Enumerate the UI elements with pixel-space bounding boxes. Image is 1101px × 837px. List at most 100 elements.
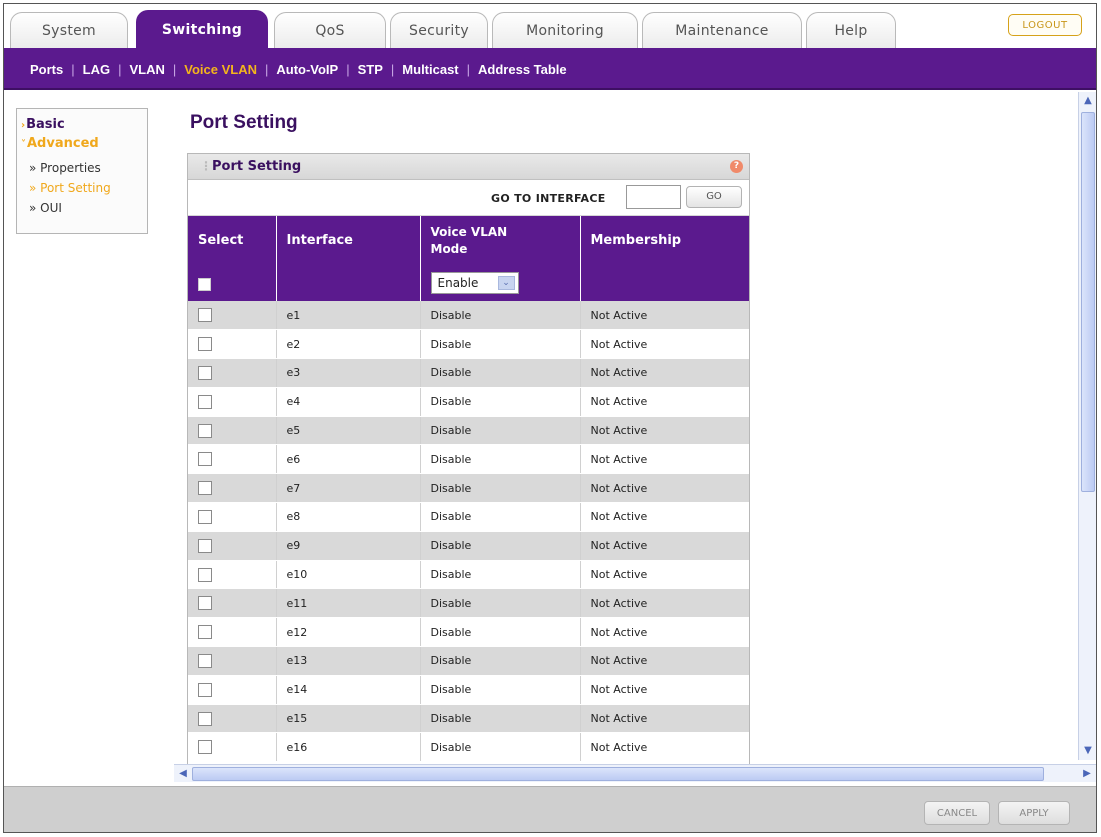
mode-cell: Disable xyxy=(420,617,581,648)
goto-interface-input[interactable] xyxy=(626,185,681,209)
left-sidebar: ›Basic ˅Advanced » Properties » Port Set… xyxy=(16,108,148,234)
bulk-interface-cell xyxy=(276,265,421,301)
row-checkbox[interactable] xyxy=(198,481,212,496)
membership-cell: Not Active xyxy=(580,329,749,360)
row-select-cell xyxy=(188,387,277,417)
col-header-interface: Interface xyxy=(276,216,421,265)
mode-cell: Disable xyxy=(420,502,581,532)
row-select-cell xyxy=(188,531,277,561)
logout-button[interactable]: LOGOUT xyxy=(1008,14,1082,36)
tab-security[interactable]: Security xyxy=(390,12,488,48)
horizontal-scroll-thumb[interactable] xyxy=(192,767,1044,781)
sidebar-item-properties[interactable]: » Properties xyxy=(29,161,101,175)
table-row: e10 Disable Not Active xyxy=(188,560,749,590)
row-select-cell xyxy=(188,617,277,648)
row-checkbox[interactable] xyxy=(198,365,212,380)
chevron-down-icon: ⌄ xyxy=(497,276,515,290)
help-icon[interactable]: ? xyxy=(730,160,743,173)
vertical-scrollbar[interactable]: ▲ ▼ xyxy=(1078,92,1096,760)
sidebar-basic[interactable]: ›Basic xyxy=(21,117,65,132)
mode-cell: Disable xyxy=(420,531,581,561)
sub-nav-items: Ports | LAG | VLAN | Voice VLAN | Auto-V… xyxy=(22,62,575,77)
tab-monitoring[interactable]: Monitoring xyxy=(492,12,638,48)
membership-cell: Not Active xyxy=(580,444,749,475)
row-checkbox[interactable] xyxy=(198,740,212,755)
row-checkbox[interactable] xyxy=(198,567,212,582)
membership-cell: Not Active xyxy=(580,560,749,590)
row-checkbox[interactable] xyxy=(198,308,212,323)
bulk-edit-row: Enable ⌄ xyxy=(188,265,749,301)
tab-help[interactable]: Help xyxy=(806,12,896,48)
scroll-down-arrow-icon[interactable]: ▼ xyxy=(1081,744,1095,758)
membership-cell: Not Active xyxy=(580,301,749,331)
tab-qos[interactable]: QoS xyxy=(274,12,386,48)
tab-maintenance[interactable]: Maintenance xyxy=(642,12,802,48)
row-checkbox[interactable] xyxy=(198,682,212,697)
row-select-cell xyxy=(188,358,277,388)
select-all-checkbox[interactable] xyxy=(198,277,211,291)
membership-cell: Not Active xyxy=(580,502,749,532)
table-row: e3 Disable Not Active xyxy=(188,358,749,388)
row-checkbox[interactable] xyxy=(198,653,212,668)
mode-cell: Disable xyxy=(420,387,581,417)
row-checkbox[interactable] xyxy=(198,337,212,352)
mode-cell: Disable xyxy=(420,301,581,331)
mode-cell: Disable xyxy=(420,560,581,590)
interface-cell: e5 xyxy=(276,416,421,446)
sidebar-advanced[interactable]: ˅Advanced xyxy=(21,136,99,151)
row-checkbox[interactable] xyxy=(198,711,212,726)
membership-cell: Not Active xyxy=(580,416,749,446)
sidebar-item-oui[interactable]: » OUI xyxy=(29,201,62,215)
mode-cell: Disable xyxy=(420,675,581,705)
bulk-mode-cell: Enable ⌄ xyxy=(420,265,581,301)
subnav-ports[interactable]: Ports xyxy=(22,62,71,77)
subnav-vlan[interactable]: VLAN xyxy=(121,62,172,77)
subnav-lag[interactable]: LAG xyxy=(75,62,118,77)
row-select-cell xyxy=(188,646,277,676)
row-checkbox[interactable] xyxy=(198,596,212,611)
row-checkbox[interactable] xyxy=(198,625,212,640)
row-select-cell xyxy=(188,560,277,590)
membership-cell: Not Active xyxy=(580,675,749,705)
apply-button[interactable]: APPLY xyxy=(998,801,1070,825)
sidebar-item-port-setting[interactable]: » Port Setting xyxy=(29,181,111,195)
tab-switching[interactable]: Switching xyxy=(136,10,268,48)
cancel-button[interactable]: CANCEL xyxy=(924,801,990,825)
row-checkbox[interactable] xyxy=(198,452,212,467)
row-select-cell xyxy=(188,732,277,763)
table-row: e11 Disable Not Active xyxy=(188,588,749,619)
row-checkbox[interactable] xyxy=(198,394,212,409)
subnav-stp[interactable]: STP xyxy=(350,62,391,77)
go-button[interactable]: GO xyxy=(686,186,742,208)
interface-cell: e2 xyxy=(276,329,421,360)
row-checkbox[interactable] xyxy=(198,423,212,438)
row-select-cell xyxy=(188,329,277,360)
interface-cell: e8 xyxy=(276,502,421,532)
interface-cell: e14 xyxy=(276,675,421,705)
subnav-auto-voip[interactable]: Auto-VoIP xyxy=(268,62,346,77)
scroll-up-arrow-icon[interactable]: ▲ xyxy=(1081,94,1095,108)
scroll-left-arrow-icon[interactable]: ◀ xyxy=(176,767,190,781)
membership-cell: Not Active xyxy=(580,732,749,763)
interface-cell: e9 xyxy=(276,531,421,561)
subnav-address-table[interactable]: Address Table xyxy=(470,62,575,77)
mode-cell: Disable xyxy=(420,704,581,734)
interface-cell: e11 xyxy=(276,588,421,619)
row-checkbox[interactable] xyxy=(198,538,212,553)
voice-vlan-mode-select[interactable]: Enable ⌄ xyxy=(430,272,519,294)
interface-cell: e13 xyxy=(276,646,421,676)
subnav-voice-vlan[interactable]: Voice VLAN xyxy=(176,62,265,77)
scroll-right-arrow-icon[interactable]: ▶ xyxy=(1080,767,1094,781)
mode-cell: Disable xyxy=(420,358,581,388)
table-row: e6 Disable Not Active xyxy=(188,444,749,475)
subnav-multicast[interactable]: Multicast xyxy=(394,62,466,77)
horizontal-scrollbar[interactable]: ◀ ▶ xyxy=(174,764,1096,782)
table-row: e4 Disable Not Active xyxy=(188,387,749,417)
row-select-cell xyxy=(188,675,277,705)
row-checkbox[interactable] xyxy=(198,509,212,524)
vertical-scroll-thumb[interactable] xyxy=(1081,112,1095,492)
interface-cell: e7 xyxy=(276,473,421,504)
tab-system[interactable]: System xyxy=(10,12,128,48)
panel-title: Port Setting xyxy=(212,159,302,174)
interface-cell: e15 xyxy=(276,704,421,734)
